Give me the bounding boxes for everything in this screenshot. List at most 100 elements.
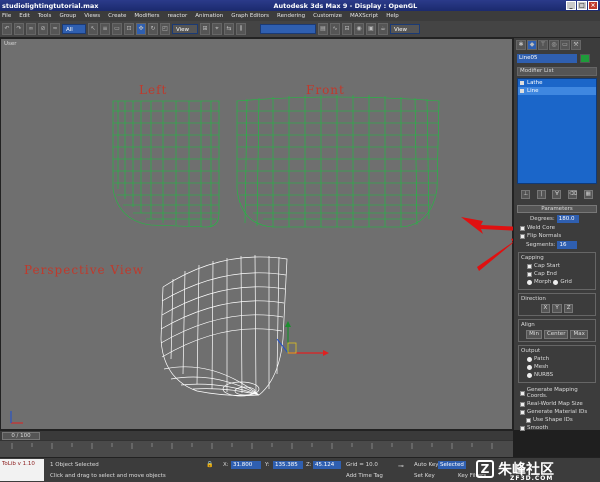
utilities-tab-icon[interactable]: ⚒ xyxy=(571,40,581,50)
transform-gizmo[interactable] xyxy=(276,321,329,356)
render-view-dropdown[interactable]: View xyxy=(390,24,420,34)
layer-icon[interactable]: ▤ xyxy=(318,23,328,35)
align-center-button[interactable]: Center xyxy=(543,330,569,339)
align-icon[interactable]: ⫼ xyxy=(236,23,246,35)
z-coord-field[interactable]: 45.124 xyxy=(313,461,341,469)
mirror-icon[interactable]: ⇆ xyxy=(224,23,234,35)
real-world-row[interactable]: Real-World Map Size xyxy=(520,401,594,407)
cap-end-row[interactable]: Cap End xyxy=(527,271,587,277)
gen-material-checkbox[interactable] xyxy=(520,409,525,415)
make-unique-icon[interactable]: ∀ xyxy=(552,190,562,199)
menu-graph-editors[interactable]: Graph Editors xyxy=(231,13,269,19)
menu-edit[interactable]: Edit xyxy=(19,13,30,19)
parameters-rollout-header[interactable]: Parameters xyxy=(517,205,597,213)
weld-core-checkbox[interactable] xyxy=(520,225,525,231)
nurbs-row[interactable]: NURBS xyxy=(527,372,587,378)
bind-icon[interactable]: ≈ xyxy=(50,23,60,35)
time-slider[interactable]: 0 / 100 xyxy=(2,432,40,440)
pivot-icon[interactable]: ⊞ xyxy=(200,23,210,35)
remove-modifier-icon[interactable]: ⌫ xyxy=(568,190,578,199)
add-time-tag-button[interactable]: Add Time Tag xyxy=(346,473,383,479)
patch-radio[interactable] xyxy=(527,356,532,362)
menu-animation[interactable]: Animation xyxy=(195,13,223,19)
material-editor-icon[interactable]: ◉ xyxy=(354,23,364,35)
menu-customize[interactable]: Customize xyxy=(313,13,342,19)
hierarchy-tab-icon[interactable]: ⊤ xyxy=(538,40,548,50)
nurbs-radio[interactable] xyxy=(527,372,532,378)
menu-reactor[interactable]: reactor xyxy=(168,13,188,19)
align-min-button[interactable]: Min xyxy=(526,330,542,339)
menu-maxscript[interactable]: MAXScript xyxy=(350,13,378,19)
display-tab-icon[interactable]: ▭ xyxy=(560,40,570,50)
configure-sets-icon[interactable]: ▦ xyxy=(583,190,593,199)
morph-radio[interactable] xyxy=(527,279,532,285)
menu-file[interactable]: File xyxy=(2,13,11,19)
select-icon[interactable]: ↖ xyxy=(88,23,98,35)
mesh-radio[interactable] xyxy=(527,364,532,370)
patch-row[interactable]: Patch xyxy=(527,356,587,362)
window-crossing-icon[interactable]: ⊡ xyxy=(124,23,134,35)
link-icon[interactable]: ∞ xyxy=(26,23,36,35)
region-icon[interactable]: ▭ xyxy=(112,23,122,35)
menu-help[interactable]: Help xyxy=(386,13,399,19)
object-name-field[interactable]: Line05 xyxy=(517,54,577,63)
redo-icon[interactable]: ↷ xyxy=(14,23,24,35)
render-setup-icon[interactable]: ▣ xyxy=(366,23,376,35)
segments-spinner[interactable]: 16 xyxy=(557,241,578,249)
lock-selection-icon[interactable]: 🔒 xyxy=(206,461,213,468)
maxscript-listener[interactable]: ToLib v 1.10 xyxy=(0,459,44,481)
grid-radio[interactable] xyxy=(553,279,559,285)
cap-start-row[interactable]: Cap Start xyxy=(527,263,587,269)
motion-tab-icon[interactable]: ◎ xyxy=(549,40,559,50)
render-icon[interactable]: ☕ xyxy=(378,23,388,35)
track-bar[interactable] xyxy=(0,440,513,457)
degrees-spinner[interactable]: 180.0 xyxy=(556,215,579,223)
named-selection-dropdown[interactable] xyxy=(260,24,316,34)
menu-tools[interactable]: Tools xyxy=(38,13,52,19)
stack-item-line[interactable]: Line xyxy=(518,87,596,95)
cap-start-checkbox[interactable] xyxy=(527,263,532,269)
menu-views[interactable]: Views xyxy=(84,13,100,19)
selection-filter[interactable]: All xyxy=(62,24,86,34)
curve-editor-icon[interactable]: ∿ xyxy=(330,23,340,35)
real-world-checkbox[interactable] xyxy=(520,401,525,407)
use-shape-ids-checkbox[interactable] xyxy=(526,417,531,423)
gen-mapping-row[interactable]: Generate Mapping Coords. xyxy=(520,387,594,399)
scale-icon[interactable]: ◰ xyxy=(160,23,170,35)
align-max-button[interactable]: Max xyxy=(570,330,588,339)
auto-key-button[interactable]: Auto Key xyxy=(414,462,439,468)
direction-y-button[interactable]: Y xyxy=(552,304,562,313)
show-end-result-icon[interactable]: | xyxy=(536,190,546,199)
modify-tab-icon[interactable]: ◆ xyxy=(527,40,537,50)
smooth-row[interactable]: Smooth xyxy=(520,425,594,431)
menu-modifiers[interactable]: Modifiers xyxy=(134,13,159,19)
x-coord-field[interactable]: 31.800 xyxy=(231,461,261,469)
select-by-name-icon[interactable]: ≡ xyxy=(100,23,110,35)
lamp-icon[interactable] xyxy=(520,81,524,85)
weld-core-row[interactable]: Weld Core xyxy=(520,225,594,231)
cap-end-checkbox[interactable] xyxy=(527,271,532,277)
menu-group[interactable]: Group xyxy=(59,13,76,19)
set-key-button[interactable]: Set Key xyxy=(414,473,435,479)
use-shape-ids-row[interactable]: Use Shape IDs xyxy=(526,417,594,423)
gen-material-row[interactable]: Generate Material IDs xyxy=(520,409,594,415)
undo-icon[interactable]: ↶ xyxy=(2,23,12,35)
y-coord-field[interactable]: 135.385 xyxy=(273,461,303,469)
flip-normals-checkbox[interactable] xyxy=(520,233,525,239)
object-color-swatch[interactable] xyxy=(580,54,590,63)
stack-item-lathe[interactable]: Lathe xyxy=(518,79,596,87)
smooth-checkbox[interactable] xyxy=(520,425,525,431)
menu-create[interactable]: Create xyxy=(108,13,126,19)
gen-mapping-checkbox[interactable] xyxy=(520,390,525,396)
minimize-button[interactable]: _ xyxy=(566,1,576,10)
pin-stack-icon[interactable]: ⊥ xyxy=(521,190,531,199)
close-button[interactable]: × xyxy=(588,1,598,10)
unlink-icon[interactable]: ⊘ xyxy=(38,23,48,35)
selected-dropdown[interactable]: Selected xyxy=(438,461,466,469)
modifier-list-dropdown[interactable]: Modifier List xyxy=(517,67,597,76)
direction-x-button[interactable]: X xyxy=(540,304,551,313)
move-icon[interactable]: ✥ xyxy=(136,23,146,35)
create-tab-icon[interactable]: ✱ xyxy=(516,40,526,50)
maximize-button[interactable]: □ xyxy=(577,1,587,10)
reference-coord-dropdown[interactable]: View xyxy=(172,24,198,34)
